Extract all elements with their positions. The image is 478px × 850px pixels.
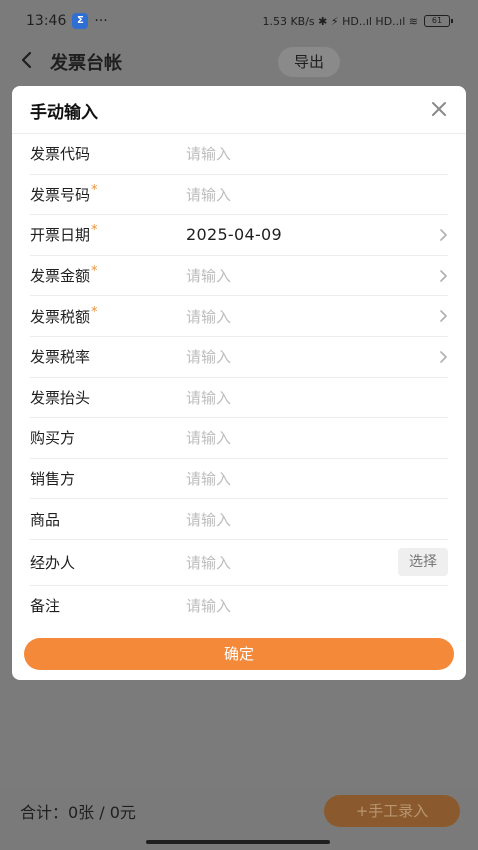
invoice-code-input[interactable]: 请输入 (186, 143, 448, 164)
buyer-input[interactable]: 请输入 (186, 427, 448, 448)
field-label: 发票税额 * (30, 304, 98, 326)
status-indicators: 1.53 KB/s ✱ ⚡ HD..ıl HD..ıl ≋ (262, 14, 418, 28)
goods-input[interactable]: 请输入 (186, 509, 448, 530)
field-label: 发票抬头 (30, 388, 91, 407)
field-label: 商品 (30, 510, 61, 529)
chevron-right-icon (440, 229, 447, 241)
field-label: 发票号码 * (30, 182, 98, 204)
status-time: 13:46 (26, 13, 67, 29)
form-row-invoice-tax[interactable]: 发票税额 * 请输入 (30, 296, 448, 337)
field-label: 发票税率 (30, 348, 91, 367)
seller-input[interactable]: 请输入 (186, 468, 448, 489)
remarks-input[interactable]: 请输入 (186, 595, 448, 616)
manual-input-dialog: 手动输入 发票代码 请输入 发票号码 * 请输入 开票日期 * 2025-04-09… (12, 86, 466, 680)
dialog-title: 手动输入 (30, 103, 98, 123)
invoice-form: 发票代码 请输入 发票号码 * 请输入 开票日期 * 2025-04-09 发票金额… (30, 134, 448, 626)
page-title: 发票台帐 (50, 53, 122, 74)
dialog-header: 手动输入 (12, 86, 466, 134)
field-label: 发票代码 (30, 145, 91, 164)
status-right: 1.53 KB/s ✱ ⚡ HD..ıl HD..ıl ≋ 61 (262, 14, 453, 28)
form-row-invoice-number[interactable]: 发票号码 * 请输入 (30, 175, 448, 216)
form-row-tax-rate[interactable]: 发票税率 请输入 (30, 337, 448, 378)
home-indicator (146, 840, 330, 844)
required-mark: * (91, 264, 98, 280)
form-row-invoice-date[interactable]: 开票日期 * 2025-04-09 (30, 215, 448, 256)
field-label: 发票金额 * (30, 264, 98, 286)
confirm-button[interactable]: 确定 (24, 638, 454, 670)
invoice-amount-input[interactable]: 请输入 (186, 265, 448, 286)
required-mark: * (91, 223, 98, 239)
invoice-number-input[interactable]: 请输入 (186, 184, 448, 205)
form-row-invoice-title[interactable]: 发票抬头 请输入 (30, 378, 448, 419)
form-row-invoice-amount[interactable]: 发票金额 * 请输入 (30, 256, 448, 297)
total-summary: 合计：0张 / 0元 (20, 803, 136, 822)
select-handler-button[interactable]: 选择 (398, 548, 448, 577)
form-row-handler[interactable]: 经办人 请输入 选择 (30, 540, 448, 586)
form-row-goods[interactable]: 商品 请输入 (30, 499, 448, 540)
form-row-invoice-code[interactable]: 发票代码 请输入 (30, 134, 448, 175)
chevron-right-icon (440, 350, 447, 363)
field-label: 经办人 (30, 553, 76, 572)
field-label: 购买方 (30, 429, 76, 448)
required-mark: * (91, 304, 98, 320)
field-label: 开票日期 * (30, 223, 98, 245)
form-row-buyer[interactable]: 购买方 请输入 (30, 418, 448, 459)
field-label: 销售方 (30, 470, 76, 489)
invoice-title-input[interactable]: 请输入 (186, 387, 448, 408)
manual-entry-button[interactable]: +手工录入 (324, 795, 460, 827)
form-row-seller[interactable]: 销售方 请输入 (30, 459, 448, 500)
required-mark: * (91, 182, 98, 198)
invoice-tax-input[interactable]: 请输入 (186, 306, 448, 327)
tax-rate-input[interactable]: 请输入 (186, 346, 448, 367)
chevron-right-icon (440, 269, 447, 282)
battery-icon: 61 (424, 15, 453, 27)
field-label: 备注 (30, 597, 61, 616)
bottom-bar: 合计：0张 / 0元 +手工录入 (0, 786, 478, 836)
status-left: 13:46 Σ ··· (26, 13, 108, 29)
status-bar: 13:46 Σ ··· 1.53 KB/s ✱ ⚡ HD..ıl HD..ıl … (0, 0, 478, 42)
chevron-right-icon (440, 310, 447, 322)
close-icon[interactable] (426, 96, 452, 122)
status-more: ··· (94, 13, 108, 29)
form-row-remarks[interactable]: 备注 请输入 (30, 586, 448, 626)
export-button[interactable]: 导出 (278, 47, 340, 77)
app-notification-icon: Σ (72, 13, 89, 29)
invoice-date-value[interactable]: 2025-04-09 (186, 225, 448, 244)
nav-bar: 发票台帐 导出 (0, 42, 478, 82)
back-arrow-icon[interactable] (20, 50, 44, 75)
